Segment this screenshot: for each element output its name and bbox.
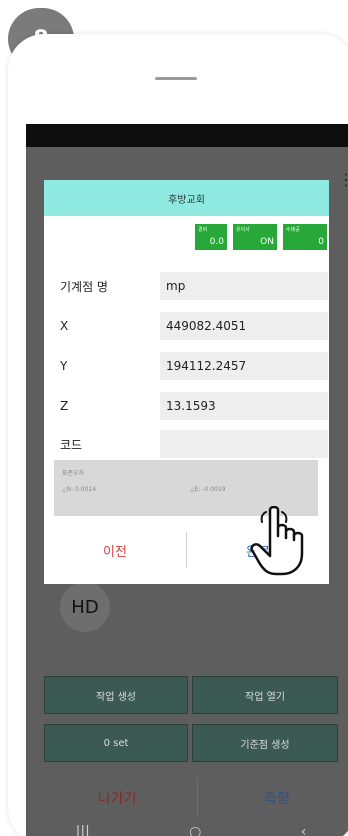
field-value[interactable]: mp: [160, 272, 328, 300]
stat-key: 수태공: [286, 227, 300, 233]
field-row: X 449082.4051: [60, 312, 328, 340]
pointer-hand-icon: [250, 506, 304, 576]
back-icon[interactable]: ‹: [301, 824, 307, 836]
stat-indicator: 수태공 0: [283, 224, 327, 250]
phone-frame: ⋮ HD 작업 생성 작업 열기 0 set 기준점 생성 나가기 측량 |||…: [8, 34, 348, 836]
status-bar: [26, 124, 348, 147]
hd-label: HD: [71, 596, 99, 618]
field-label: X: [60, 319, 69, 333]
field-label: 코드: [60, 437, 83, 452]
stat-indicator: 유이사 ON: [233, 224, 277, 250]
field-value[interactable]: 194112.2457: [160, 352, 328, 380]
status-indicators: 경비 0.0 유이사 ON 수태공 0: [195, 224, 327, 250]
field-label: Y: [60, 359, 68, 373]
stat-key: 경비: [198, 227, 208, 233]
bottom-actions: 나가기 측량: [38, 778, 348, 818]
recent-apps-icon[interactable]: |||: [76, 824, 90, 836]
stat-value: 0.0: [209, 237, 224, 247]
system-nav-bar: ||| ○ ‹: [26, 818, 348, 836]
field-value[interactable]: [160, 430, 328, 458]
field-row: 기계점 명 mp: [60, 272, 328, 300]
base-point-button[interactable]: 기준점 생성: [192, 724, 338, 762]
stat-key: 유이사: [236, 227, 250, 233]
field-value[interactable]: 449082.4051: [160, 312, 328, 340]
hd-badge[interactable]: HD: [60, 582, 110, 632]
error-n: △N: 0.0014: [62, 486, 97, 493]
previous-button[interactable]: 이전: [44, 532, 187, 568]
dialog-header: 후방교회: [44, 180, 329, 216]
error-title: 표준오차: [62, 470, 85, 477]
field-row: 코드: [60, 430, 328, 458]
page: 8 ⋮ HD 작업 생성 작업 열기 0 set 기준점 생성 나가기 측량 |…: [0, 0, 348, 836]
set-button[interactable]: 0 set: [44, 724, 188, 762]
home-icon[interactable]: ○: [189, 824, 201, 836]
overflow-menu-icon[interactable]: ⋮: [338, 172, 348, 188]
open-job-button[interactable]: 작업 열기: [192, 676, 338, 714]
field-value[interactable]: 13.1593: [160, 392, 328, 420]
field-row: Y 194112.2457: [60, 352, 328, 380]
exit-button[interactable]: 나가기: [38, 778, 198, 818]
stat-value: 0: [318, 237, 324, 247]
create-job-button[interactable]: 작업 생성: [44, 676, 188, 714]
field-label: Z: [60, 399, 69, 413]
drag-handle: [155, 77, 197, 80]
field-row: Z 13.1593: [60, 392, 328, 420]
stat-indicator: 경비 0.0: [195, 224, 227, 250]
field-label: 기계점 명: [60, 279, 108, 294]
dialog-title: 후방교회: [168, 194, 205, 206]
error-e: △E: -0.0019: [190, 486, 226, 493]
measure-button[interactable]: 측량: [198, 778, 348, 818]
app-screen: ⋮ HD 작업 생성 작업 열기 0 set 기준점 생성 나가기 측량 |||…: [26, 124, 348, 836]
stat-value: ON: [260, 237, 274, 247]
